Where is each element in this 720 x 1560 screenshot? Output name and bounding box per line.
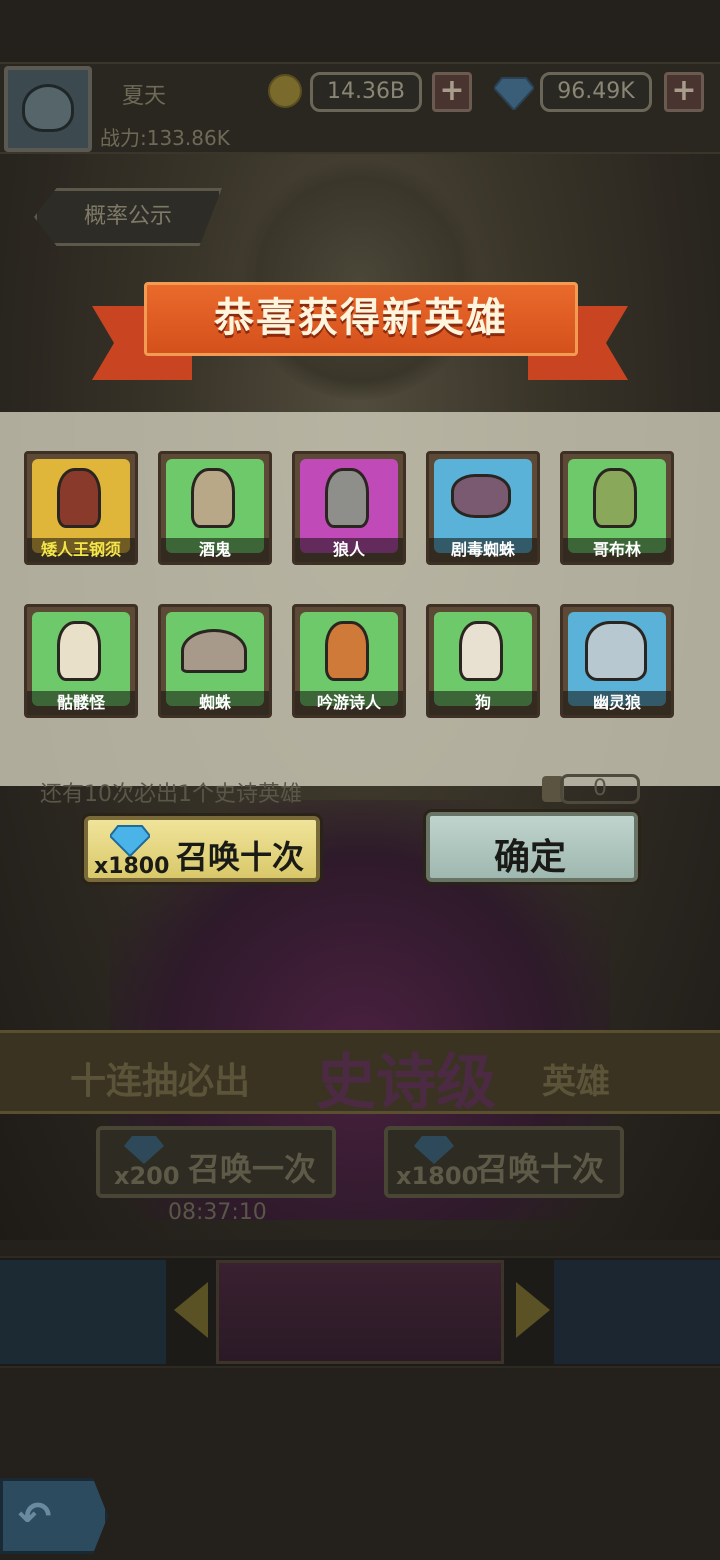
hero-portrait-icon: [181, 629, 247, 673]
confirm-label: 确定: [494, 837, 567, 878]
summon-ten-button[interactable]: x1800 召唤十次: [84, 816, 320, 882]
hero-name: 剧毒蜘蛛: [429, 538, 537, 562]
summon-ten-label: 召唤十次: [176, 838, 305, 876]
summon-once-label: 召唤一次: [188, 1150, 317, 1188]
hero-card[interactable]: 吟游诗人: [292, 604, 406, 718]
coin-icon: [268, 74, 302, 108]
hero-name: 幽灵狼: [563, 691, 671, 715]
summon-once-button[interactable]: x200 召唤一次: [96, 1126, 336, 1198]
player-name: 夏天: [122, 84, 167, 109]
hero-name: 蜘蛛: [161, 691, 269, 715]
summon-ten-bottom-button[interactable]: x1800 召唤十次: [384, 1126, 624, 1198]
hero-card[interactable]: 狼人: [292, 451, 406, 565]
summon-once-cost: x200: [114, 1162, 180, 1190]
hero-card[interactable]: 幽灵狼: [560, 604, 674, 718]
hero-name: 矮人王钢须: [27, 538, 135, 562]
diamond-icon: [110, 825, 150, 856]
hero-card[interactable]: 蜘蛛: [158, 604, 272, 718]
hero-portrait-icon: [459, 621, 503, 681]
ticket-count: 0: [560, 774, 640, 804]
back-arrow-icon: ↶: [18, 1494, 52, 1540]
summon-ten-cost: x1800: [94, 854, 170, 879]
hero-name: 哥布林: [563, 538, 671, 562]
hero-name: 狗: [429, 691, 537, 715]
diamond-icon: [124, 1136, 164, 1164]
hero-card[interactable]: 矮人王钢须: [24, 451, 138, 565]
reward-banner-title: 恭喜获得新英雄: [144, 282, 578, 356]
add-diamond-button[interactable]: +: [664, 72, 704, 112]
diamond-icon: [494, 77, 534, 110]
epic-banner-prefix: 十连抽必出: [70, 1061, 251, 1102]
epic-guarantee-text: 还有10次必出1个史诗英雄: [40, 782, 302, 807]
summon-ten-bottom-label: 召唤十次: [476, 1150, 605, 1188]
hero-portrait-icon: [191, 468, 235, 528]
probability-button[interactable]: 概率公示: [34, 188, 222, 246]
hero-portrait-icon: [593, 468, 637, 528]
hero-card[interactable]: 骷髅怪: [24, 604, 138, 718]
hero-card[interactable]: 剧毒蜘蛛: [426, 451, 540, 565]
hero-portrait-icon: [585, 621, 647, 681]
summon-ten-bottom-cost: x1800: [396, 1162, 479, 1190]
diamond-amount: 96.49K: [540, 72, 652, 112]
gear-emblem-icon: [240, 160, 480, 400]
hero-name: 酒鬼: [161, 538, 269, 562]
hero-card[interactable]: 狗: [426, 604, 540, 718]
carousel-item[interactable]: [0, 1260, 166, 1364]
hero-name: 骷髅怪: [27, 691, 135, 715]
hero-portrait-icon: [451, 474, 511, 518]
avatar-icon: [22, 84, 74, 132]
diamond-icon: [414, 1136, 454, 1164]
confirm-button[interactable]: 确定: [426, 812, 638, 882]
carousel-item-active[interactable]: [216, 1260, 504, 1364]
add-gold-button[interactable]: +: [432, 72, 472, 112]
hero-portrait-icon: [325, 468, 369, 528]
epic-banner-highlight: 史诗级: [316, 1048, 496, 1118]
carousel-item[interactable]: [554, 1260, 720, 1364]
hero-portrait-icon: [57, 621, 101, 681]
epic-banner-suffix: 英雄: [542, 1062, 610, 1102]
hero-portrait-icon: [325, 621, 369, 681]
hero-portrait-icon: [57, 468, 101, 528]
hero-card[interactable]: 哥布林: [560, 451, 674, 565]
hero-name: 吟游诗人: [295, 691, 403, 715]
hero-card[interactable]: 酒鬼: [158, 451, 272, 565]
player-avatar[interactable]: [4, 66, 92, 152]
hero-name: 狼人: [295, 538, 403, 562]
combat-power: 战力:133.86K: [100, 126, 230, 150]
free-summon-timer: 08:37:10: [168, 1200, 267, 1225]
gold-amount: 14.36B: [310, 72, 422, 112]
back-button[interactable]: [0, 1478, 108, 1554]
